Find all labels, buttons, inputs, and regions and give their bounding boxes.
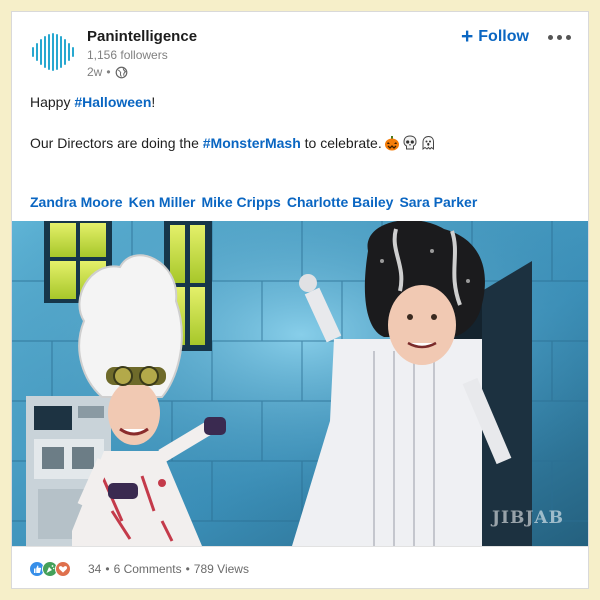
views-count: 789 Views	[193, 562, 249, 576]
linkedin-post-card: Panintelligence 1,156 followers 2w • + F…	[11, 11, 589, 589]
globe-icon	[115, 66, 127, 78]
comments-count[interactable]: 6 Comments	[114, 562, 182, 576]
follow-label: Follow	[478, 28, 529, 45]
monster-mash-scene: JIBJAB	[12, 221, 588, 546]
post-video[interactable]: JIBJAB	[12, 221, 588, 546]
dot-icon	[548, 34, 553, 40]
dot-icon	[566, 34, 571, 40]
tagged-person-charlotte-bailey[interactable]: Charlotte Bailey	[287, 194, 394, 210]
post-footer: 34 • 6 Comments • 789 Views	[12, 546, 588, 588]
jack-o-lantern-icon	[384, 136, 399, 151]
post-age: 2w	[87, 65, 103, 79]
line2-prefix: Our Directors are doing the	[30, 135, 203, 151]
follower-count: 1,156 followers	[87, 48, 168, 62]
ghost-icon	[422, 135, 434, 150]
hashtag-monstermash[interactable]: #MonsterMash	[203, 133, 301, 153]
greeting-prefix: Happy	[30, 94, 75, 110]
emoji-group	[384, 135, 436, 151]
tagged-person-zandra-moore[interactable]: Zandra Moore	[30, 194, 123, 210]
tagged-person-ken-miller[interactable]: Ken Miller	[129, 194, 196, 210]
post-line-monster-mash: Our Directors are doing the #MonsterMash…	[30, 133, 436, 153]
company-name[interactable]: Panintelligence	[87, 28, 197, 45]
tagged-person-mike-cripps[interactable]: Mike Cripps	[201, 194, 280, 210]
skull-icon	[403, 135, 417, 150]
tagged-person-sara-parker[interactable]: Sara Parker	[399, 194, 477, 210]
post-line-greeting: Happy #Halloween!	[30, 92, 155, 112]
more-options-button[interactable]	[548, 32, 574, 42]
greeting-suffix: !	[151, 94, 156, 110]
separator-dot: •	[105, 562, 110, 576]
hashtag-halloween[interactable]: #Halloween	[74, 94, 151, 110]
separator-dot: •	[106, 65, 111, 79]
love-icon	[55, 561, 71, 577]
tagged-people: Zandra Moore Ken Miller Mike Cripps Char…	[30, 194, 477, 210]
post-header: Panintelligence 1,156 followers 2w • + F…	[12, 12, 588, 92]
dot-icon	[557, 34, 562, 40]
reaction-icons[interactable]	[29, 561, 71, 577]
line2-suffix: to celebrate.	[300, 135, 382, 151]
separator-dot: •	[185, 562, 190, 576]
post-meta: 2w •	[87, 65, 128, 79]
jibjab-watermark: JIBJAB	[490, 508, 564, 528]
follow-button[interactable]: + Follow	[461, 25, 529, 49]
reaction-count[interactable]: 34	[88, 562, 101, 576]
panintelligence-logo[interactable]	[30, 28, 78, 76]
plus-icon: +	[461, 25, 474, 48]
engagement-counts: 34 • 6 Comments • 789 Views	[88, 562, 249, 576]
